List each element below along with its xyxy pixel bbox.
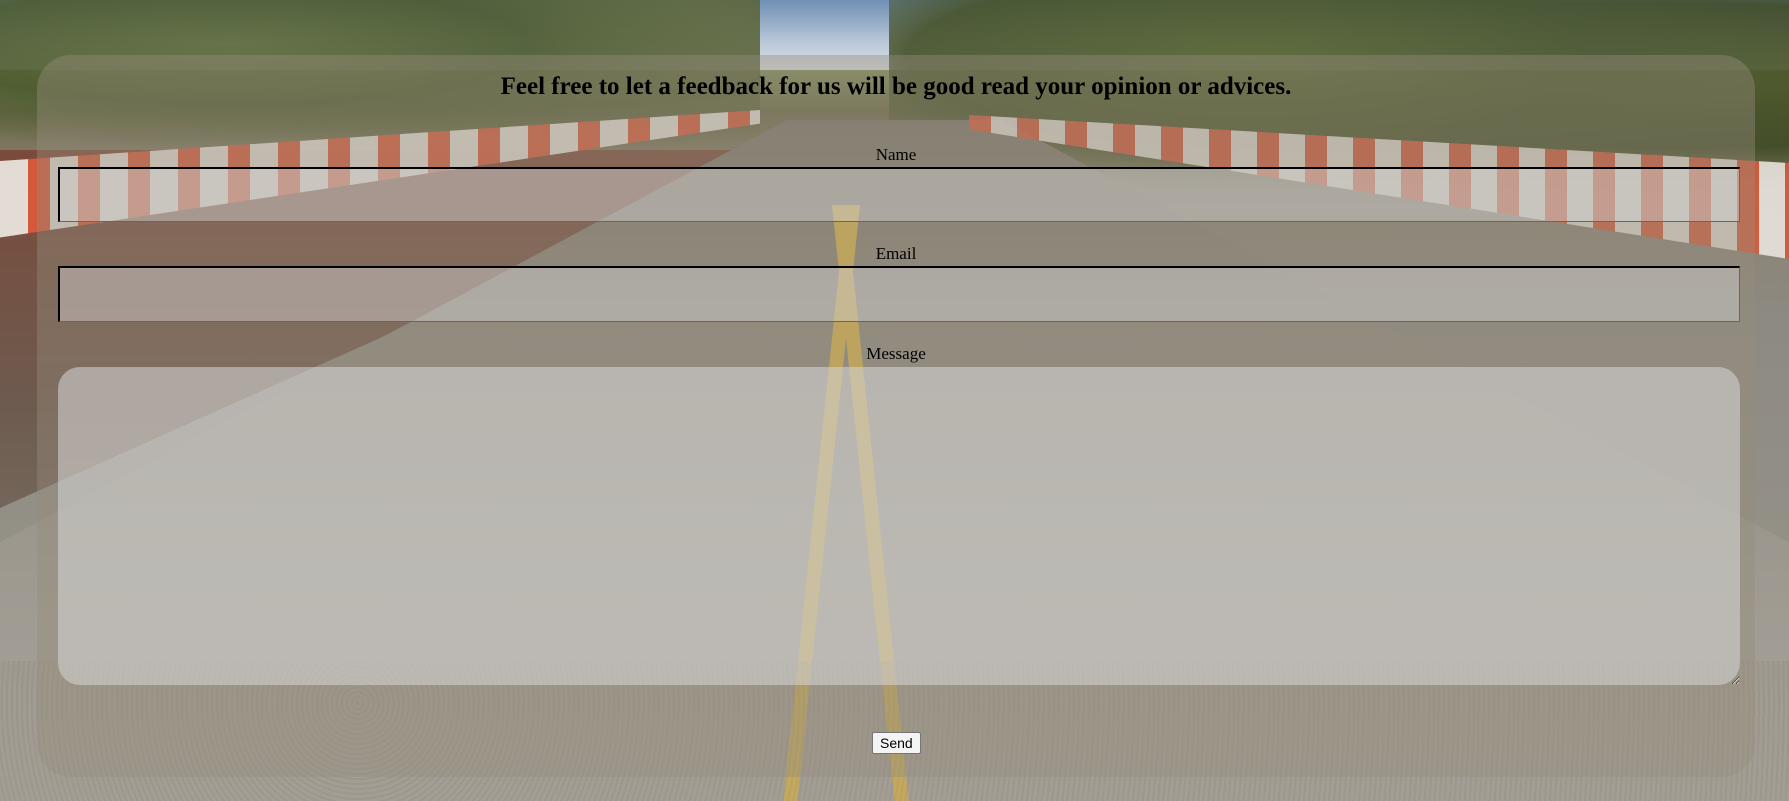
send-button[interactable]: Send [872,732,921,754]
email-label: Email [875,244,917,263]
name-input[interactable] [58,167,1740,222]
message-label: Message [866,344,926,363]
message-textarea[interactable] [58,367,1740,685]
name-label: Name [875,145,917,164]
form-title: Feel free to let a feedback for us will … [500,73,1292,100]
feedback-form: Feel free to let a feedback for us will … [37,55,1755,777]
email-input[interactable] [58,266,1740,322]
